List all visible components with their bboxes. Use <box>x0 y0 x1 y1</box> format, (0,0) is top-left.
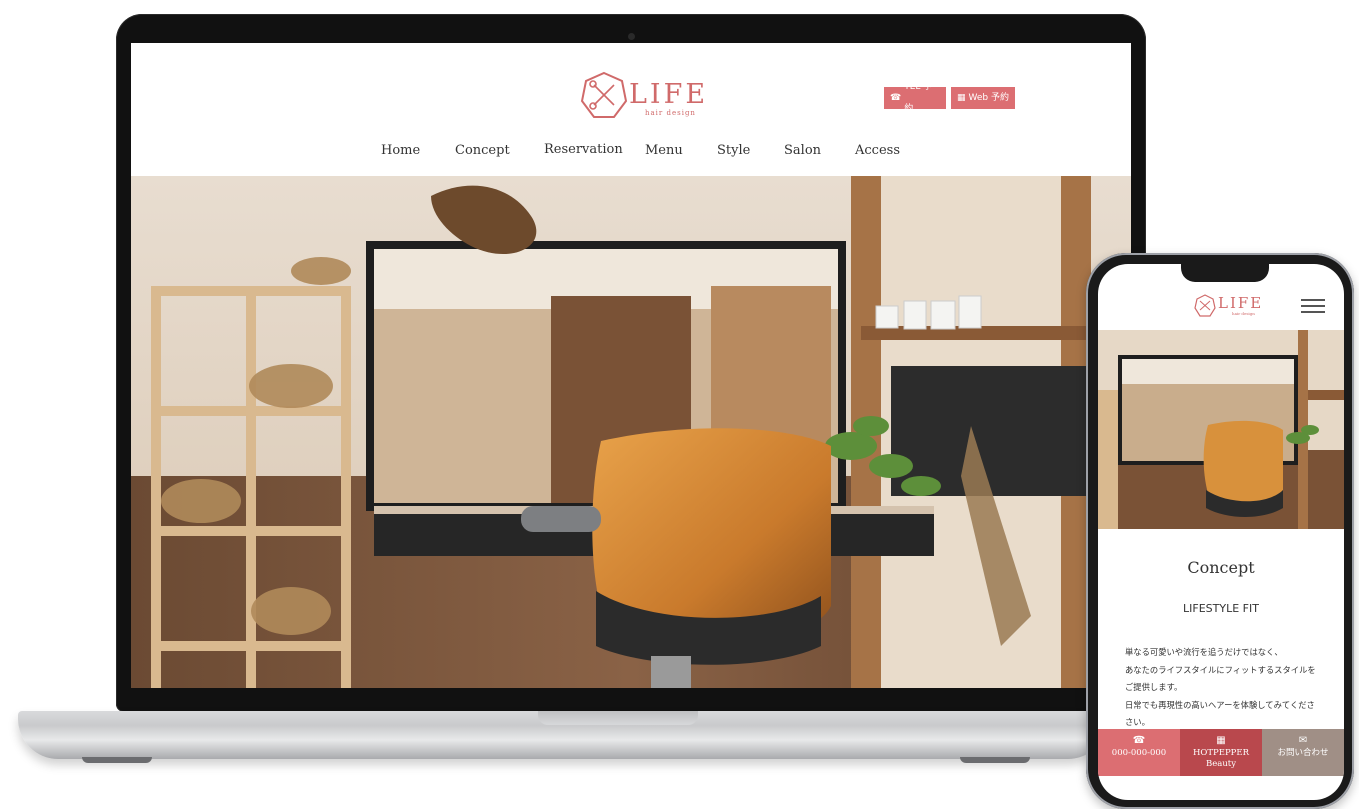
laptop-foot-left <box>82 757 152 763</box>
main-nav: Home Concept Reservation Menu Style Salo… <box>131 142 1131 163</box>
contact-button[interactable]: ✉ お問い合わせ <box>1262 729 1344 776</box>
logo-subtext: hair design <box>1232 311 1255 316</box>
nav-salon[interactable]: Salon <box>784 143 821 158</box>
concept-line: あなたのライフスタイルにフィットするスタイルを <box>1125 664 1316 675</box>
logo-icon[interactable] <box>1194 294 1216 318</box>
logo-text[interactable]: LIFE <box>629 79 708 110</box>
nav-reservation[interactable]: Reservation <box>544 142 623 157</box>
phone-notch <box>1181 262 1269 282</box>
nav-style[interactable]: Style <box>717 143 750 158</box>
nav-menu[interactable]: Menu <box>645 143 683 158</box>
logo-subtext: hair design <box>645 109 696 117</box>
tel-button[interactable]: ☎ 000-000-000 <box>1098 729 1180 776</box>
camera-icon <box>628 33 635 40</box>
phone-icon: ☎ <box>1132 735 1146 746</box>
web-reserve-button[interactable]: ▦ Web 予約 <box>951 87 1015 109</box>
nav-home[interactable]: Home <box>381 143 420 158</box>
calendar-icon: ▦ <box>957 93 966 103</box>
web-reserve-label: Web 予約 <box>968 93 1009 103</box>
phone-icon: ☎ <box>890 93 902 103</box>
laptop-notch <box>538 711 698 725</box>
hotpepper-label-1: HOTPEPPER <box>1192 748 1250 758</box>
mail-icon: ✉ <box>1298 735 1308 746</box>
nav-concept[interactable]: Concept <box>455 143 510 158</box>
hamburger-menu-icon[interactable] <box>1301 299 1325 313</box>
hotpepper-button[interactable]: ▦ HOTPEPPER Beauty <box>1180 729 1262 776</box>
logo-text[interactable]: LIFE <box>1218 294 1263 312</box>
hero-salon-image <box>131 176 1131 688</box>
hero-salon-image <box>1098 330 1344 529</box>
tel-label: 000-000-000 <box>1111 748 1167 758</box>
laptop-foot-right <box>960 757 1030 763</box>
tel-reserve-button[interactable]: ☎ TEL 予約 <box>884 82 946 114</box>
nav-access[interactable]: Access <box>855 143 900 158</box>
mobile-footer-bar: ☎ 000-000-000 ▦ HOTPEPPER Beauty ✉ お問い合わ… <box>1098 729 1344 776</box>
concept-subtitle: LIFESTYLE FIT <box>1183 602 1259 615</box>
hotpepper-label-2: Beauty <box>1205 759 1237 769</box>
concept-line: 日常でも再現性の高いヘアーを体験してみてくださ <box>1125 699 1315 710</box>
desktop-site: LIFE hair design ☎ TEL 予約 ▦ Web 予約 Home … <box>131 43 1131 688</box>
calendar-icon: ▦ <box>1216 735 1226 746</box>
concept-line: ご提供します。 <box>1125 682 1183 692</box>
concept-title: Concept <box>1187 558 1255 577</box>
tel-reserve-label: TEL 予約 <box>904 82 933 114</box>
mobile-site: LIFE hair design Concept LIFESTYLE FIT 単… <box>1098 264 1344 800</box>
concept-line: 単なる可愛いや流行を追うだけではなく、 <box>1125 647 1283 657</box>
concept-text: 単なる可愛いや流行を追うだけではなく、 あなたのライフスタイルにフィットするスタ… <box>1125 644 1335 732</box>
contact-label: お問い合わせ <box>1277 748 1329 758</box>
